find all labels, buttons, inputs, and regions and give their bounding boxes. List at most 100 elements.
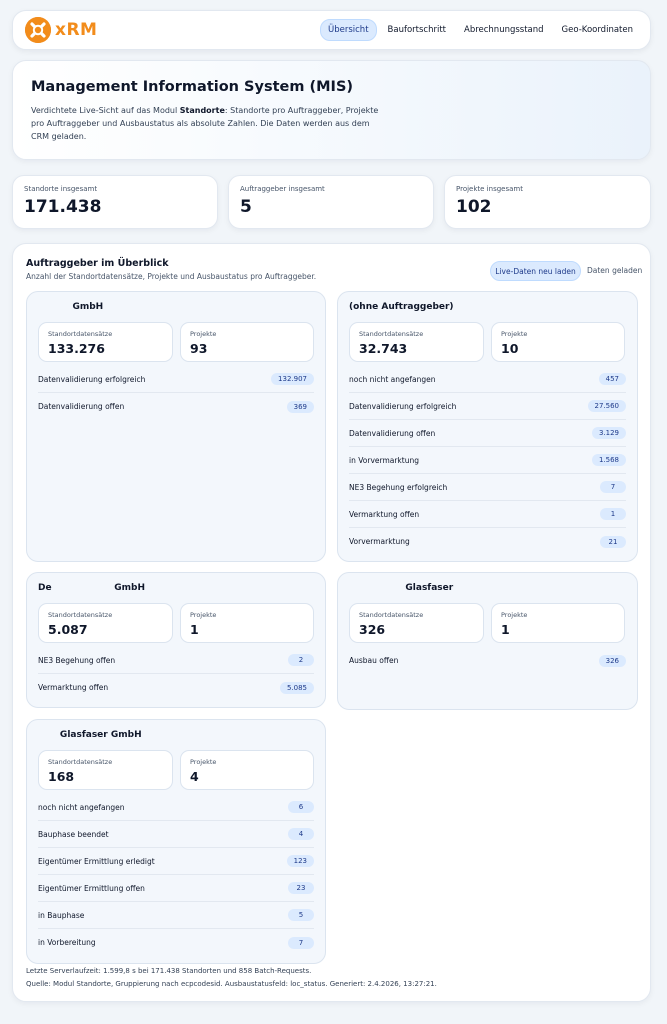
projekte-value: 1: [190, 622, 199, 637]
client-card: (ohne Auftraggeber) Standortdatensätze 3…: [337, 291, 638, 562]
description-module-name: Standorte: [179, 106, 225, 115]
client-card: GmbH Standortdatensätze 133.276 Projekte…: [26, 291, 326, 562]
status-row: Eigentümer Ermittlung offen 23: [38, 875, 314, 902]
client-name: (ohne Auftraggeber): [349, 302, 454, 312]
status-label: NE3 Begehung erfolgreich: [349, 482, 448, 492]
status-count: 23: [288, 882, 314, 894]
page-title: Management Information System (MIS): [31, 79, 354, 95]
projekte-value: 1: [501, 622, 510, 637]
status-count: 3.129: [591, 427, 626, 439]
standorte-box: Standortdatensätze 32.743: [349, 322, 484, 362]
top-navigation: xRM Übersicht Baufortschritt Abrechnungs…: [12, 10, 651, 50]
projekte-box: Projekte 93: [180, 322, 314, 362]
status-count: 369: [286, 400, 314, 413]
tab-uebersicht[interactable]: Übersicht: [320, 19, 377, 41]
status-label: noch nicht angefangen: [349, 374, 436, 384]
standorte-label: Standortdatensätze: [359, 611, 424, 619]
kpi-label: Auftraggeber insgesamt: [240, 185, 325, 193]
status-count: 1.568: [591, 454, 626, 466]
hero-panel: Management Information System (MIS) Verd…: [12, 60, 651, 160]
overview-title: Auftraggeber im Überblick: [26, 258, 169, 269]
standorte-box: Standortdatensätze 5.087: [38, 603, 173, 643]
client-name: GmbH: [38, 302, 104, 312]
status-row: Eigentümer Ermittlung erledigt 123: [38, 848, 314, 875]
logo-text: xRM: [55, 20, 98, 40]
nav-tabs: Übersicht Baufortschritt Abrechnungsstan…: [320, 19, 640, 41]
tab-abrechnungsstand[interactable]: Abrechnungsstand: [457, 20, 551, 40]
tab-baufortschritt[interactable]: Baufortschritt: [381, 20, 453, 40]
status-label: Vermarktung offen: [38, 683, 109, 692]
status-label: Datenvalidierung offen: [349, 428, 436, 438]
status-row: Datenvalidierung offen 369: [38, 393, 314, 420]
status-count: 21: [600, 535, 626, 548]
logo[interactable]: xRM: [25, 17, 97, 43]
description-part-1: Verdichtete Live-Sicht auf das Modul: [31, 106, 180, 115]
projekte-value: 10: [501, 341, 519, 356]
projekte-box: Projekte 1: [180, 603, 314, 643]
status-row: Vorvermarktung 21: [349, 528, 626, 555]
kpi-value: 5: [240, 197, 252, 217]
tab-geo-koordinaten[interactable]: Geo-Koordinaten: [555, 20, 640, 40]
projekte-label: Projekte: [190, 330, 217, 338]
kpi-label: Standorte insgesamt: [24, 185, 98, 193]
status-count: 7: [288, 936, 314, 949]
projekte-label: Projekte: [501, 611, 528, 619]
status-label: in Bauphase: [38, 910, 85, 920]
status-label: Datenvalidierung erfolgreich: [349, 401, 457, 411]
projekte-label: Projekte: [190, 611, 217, 619]
status-row: Datenvalidierung erfolgreich 27.560: [349, 393, 626, 420]
status-label: Eigentümer Ermittlung offen: [38, 883, 145, 893]
server-runtime-info: Letzte Serverlaufzeit: 1.599,8 s bei 171…: [26, 967, 312, 975]
status-count: 123: [286, 855, 314, 867]
logo-icon: [25, 17, 51, 43]
standorte-value: 326: [359, 622, 386, 637]
status-row: in Vorbereitung 7: [38, 929, 314, 956]
overview-subtitle: Anzahl der Standortdatensätze, Projekte …: [26, 272, 317, 281]
standorte-value: 32.743: [359, 341, 408, 356]
status-label: Eigentümer Ermittlung erledigt: [38, 856, 155, 866]
standorte-box: Standortdatensätze 326: [349, 603, 484, 643]
footer-info: Letzte Serverlaufzeit: 1.599,8 s bei 171…: [26, 965, 437, 991]
status-count: 4: [288, 828, 314, 840]
client-card: De GmbH Standortdatensätze 5.087 Projekt…: [26, 572, 326, 708]
data-loaded-status: Daten geladen: [587, 266, 643, 275]
status-row: Ausbau offen 326: [349, 647, 626, 674]
kpi-value: 102: [456, 197, 492, 217]
reload-live-data-button[interactable]: Live-Daten neu laden: [490, 261, 581, 281]
standorte-label: Standortdatensätze: [48, 611, 113, 619]
status-row: Datenvalidierung erfolgreich 132.907: [38, 366, 314, 393]
overview-panel: Auftraggeber im Überblick Anzahl der Sta…: [12, 243, 651, 1002]
standorte-label: Standortdatensätze: [48, 330, 113, 338]
status-label: Bauphase beendet: [38, 829, 109, 839]
status-count: 5.085: [279, 681, 314, 694]
status-count: 2: [288, 654, 314, 666]
kpi-label: Projekte insgesamt: [456, 185, 523, 193]
status-label: Vermarktung offen: [349, 509, 420, 519]
standorte-box: Standortdatensätze 168: [38, 750, 173, 790]
status-label: NE3 Begehung offen: [38, 655, 116, 665]
status-row: noch nicht angefangen 457: [349, 366, 626, 393]
status-count: 5: [288, 909, 314, 921]
status-row: in Vorvermarktung 1.568: [349, 447, 626, 474]
status-row: in Bauphase 5: [38, 902, 314, 929]
status-label: Vorvermarktung: [349, 537, 410, 546]
projekte-box: Projekte 1: [491, 603, 625, 643]
status-row: Bauphase beendet 4: [38, 821, 314, 848]
projekte-box: Projekte 4: [180, 750, 314, 790]
projekte-box: Projekte 10: [491, 322, 625, 362]
standorte-value: 133.276: [48, 341, 105, 356]
projekte-label: Projekte: [190, 758, 217, 766]
projekte-label: Projekte: [501, 330, 528, 338]
standorte-box: Standortdatensätze 133.276: [38, 322, 173, 362]
status-label: in Vorvermarktung: [349, 455, 419, 465]
status-count: 1: [600, 508, 626, 520]
client-name: Glasfaser GmbH: [38, 730, 142, 740]
kpi-value: 171.438: [24, 197, 102, 217]
status-count: 6: [288, 801, 314, 813]
client-card: Glasfaser GmbH Standortdatensätze 168 Pr…: [26, 719, 326, 964]
status-row: NE3 Begehung erfolgreich 7: [349, 474, 626, 501]
status-row: Vermarktung offen 1: [349, 501, 626, 528]
page-description: Verdichtete Live-Sicht auf das Modul Sta…: [31, 104, 381, 143]
standorte-value: 5.087: [48, 622, 88, 637]
status-count: 326: [598, 654, 626, 667]
